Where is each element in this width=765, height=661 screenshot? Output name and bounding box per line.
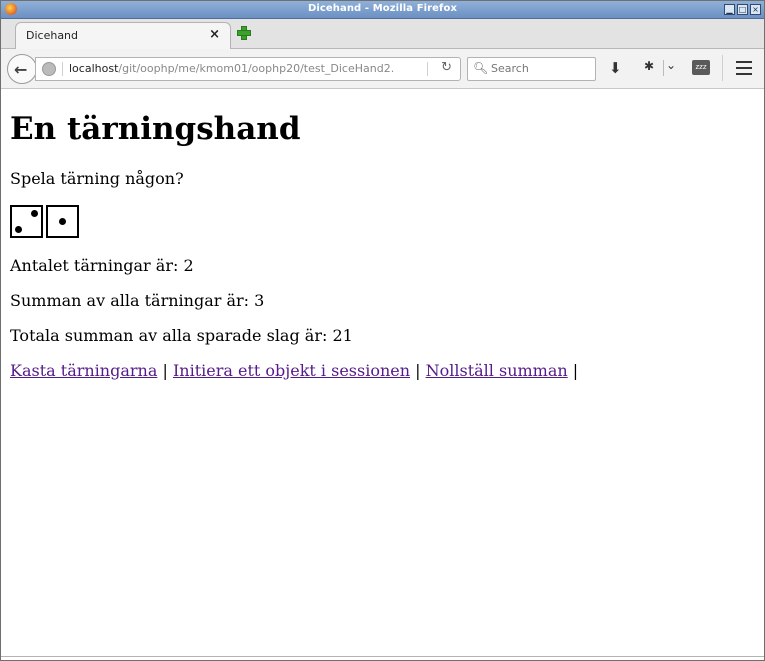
browser-window: Dicehand - Mozilla Firefox ▁ □ × Dicehan…	[0, 0, 765, 661]
title-bar: Dicehand - Mozilla Firefox ▁ □ ×	[1, 1, 764, 19]
menu-divider	[722, 55, 723, 81]
status-bar	[1, 656, 764, 660]
intro-text: Spela tärning någon?	[10, 169, 184, 188]
url-bar[interactable]: localhost/git/oophp/me/kmom01/oophp20/te…	[35, 57, 461, 81]
tab-dicehand[interactable]: Dicehand ×	[15, 22, 231, 49]
url-host: localhost	[69, 62, 119, 75]
window-title: Dicehand - Mozilla Firefox	[307, 3, 458, 14]
roll-dice-link[interactable]: Kasta tärningarna	[10, 361, 157, 380]
die-face-one	[46, 205, 79, 238]
url-bar-divider	[62, 62, 63, 76]
tab-strip: Dicehand ×	[1, 19, 764, 49]
chevron-down-icon[interactable]: ⌄	[666, 58, 676, 72]
download-icon[interactable]: ⬇	[609, 59, 622, 77]
search-placeholder: Search	[491, 62, 529, 75]
link-separator: |	[572, 361, 579, 380]
new-tab-plus-icon[interactable]	[237, 26, 251, 40]
search-icon: 🔍︎	[473, 61, 489, 75]
hamburger-menu-icon[interactable]	[736, 61, 752, 75]
die-face-two	[10, 205, 43, 238]
back-button[interactable]: ←	[7, 54, 37, 84]
search-input[interactable]: 🔍︎ Search	[467, 57, 596, 81]
link-separator: |	[415, 361, 421, 380]
tab-close-button[interactable]: ×	[209, 27, 220, 42]
minimize-button[interactable]: ▁	[724, 4, 735, 15]
url-text[interactable]: localhost/git/oophp/me/kmom01/oophp20/te…	[69, 62, 427, 75]
init-session-object-link[interactable]: Initiera ett objekt i sessionen	[173, 361, 410, 380]
reload-divider	[427, 62, 428, 76]
total-sum-text: Totala summan av alla sparade slag är: 2…	[10, 326, 353, 345]
navigation-toolbar: ← localhost/git/oophp/me/kmom01/oophp20/…	[1, 49, 764, 89]
reset-sum-link[interactable]: Nollställ summan	[426, 361, 568, 380]
maximize-button[interactable]: □	[737, 4, 748, 15]
zzz-icon[interactable]: zzz	[692, 60, 710, 75]
close-window-button[interactable]: ×	[750, 4, 761, 15]
dice-sum-text: Summan av alla tärningar är: 3	[10, 291, 265, 310]
back-arrow-icon: ←	[14, 60, 28, 79]
tab-title: Dicehand	[26, 29, 79, 42]
die-pip	[59, 218, 66, 225]
link-separator: |	[162, 361, 168, 380]
page-title: En tärningshand	[10, 111, 301, 147]
url-path: /git/oophp/me/kmom01/oophp20/test_DiceHa…	[118, 62, 395, 75]
dice-count-text: Antalet tärningar är: 2	[10, 256, 194, 275]
toolbar-divider	[663, 60, 664, 76]
die-pip	[31, 210, 38, 217]
die-pip	[15, 226, 22, 233]
reload-icon[interactable]: ↻	[441, 60, 452, 75]
extension-icon[interactable]: ✱	[644, 59, 654, 73]
action-links: Kasta tärningarna | Initiera ett objekt …	[10, 361, 578, 380]
globe-icon[interactable]	[42, 62, 56, 76]
